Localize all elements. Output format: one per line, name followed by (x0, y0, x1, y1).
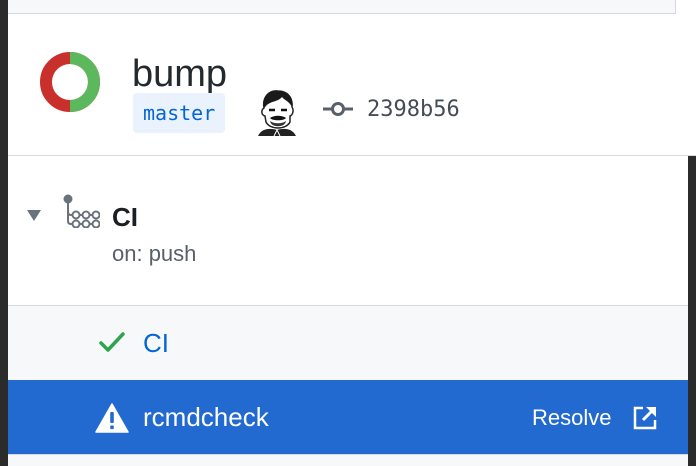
job-row-rcmdcheck[interactable]: rcmdcheck Resolve (8, 380, 688, 454)
link-external-icon[interactable] (632, 405, 658, 431)
workflow-name: CI (112, 202, 138, 232)
status-ring-icon (40, 52, 100, 112)
git-commit-icon (323, 102, 353, 116)
avatar[interactable] (256, 88, 298, 136)
workflow-group[interactable]: CI on: push (8, 156, 688, 306)
job-label[interactable]: CI (143, 327, 169, 359)
commit-title: bump (132, 53, 228, 95)
job-row-ci[interactable]: CI (8, 306, 688, 380)
triangle-down-icon[interactable] (26, 208, 42, 222)
resolve-link[interactable]: Resolve (532, 404, 611, 432)
commit-sha[interactable]: 2398b56 (367, 95, 460, 125)
alert-icon (95, 403, 129, 433)
left-edge-strip (0, 0, 8, 466)
workflow-icon (63, 194, 100, 228)
commit-header: bump master 2398b56 (8, 14, 696, 156)
right-edge-strip (688, 156, 696, 466)
job-label[interactable]: rcmdcheck (143, 401, 269, 433)
actions-run-page: bump master 2398b56 CI on: push CI rcmdc… (0, 0, 696, 466)
workflow-trigger: on: push (112, 241, 197, 266)
branch-badge[interactable]: master (133, 93, 226, 133)
top-edge-strip (8, 0, 676, 14)
check-icon (99, 332, 125, 352)
bottom-edge-strip (8, 454, 688, 466)
